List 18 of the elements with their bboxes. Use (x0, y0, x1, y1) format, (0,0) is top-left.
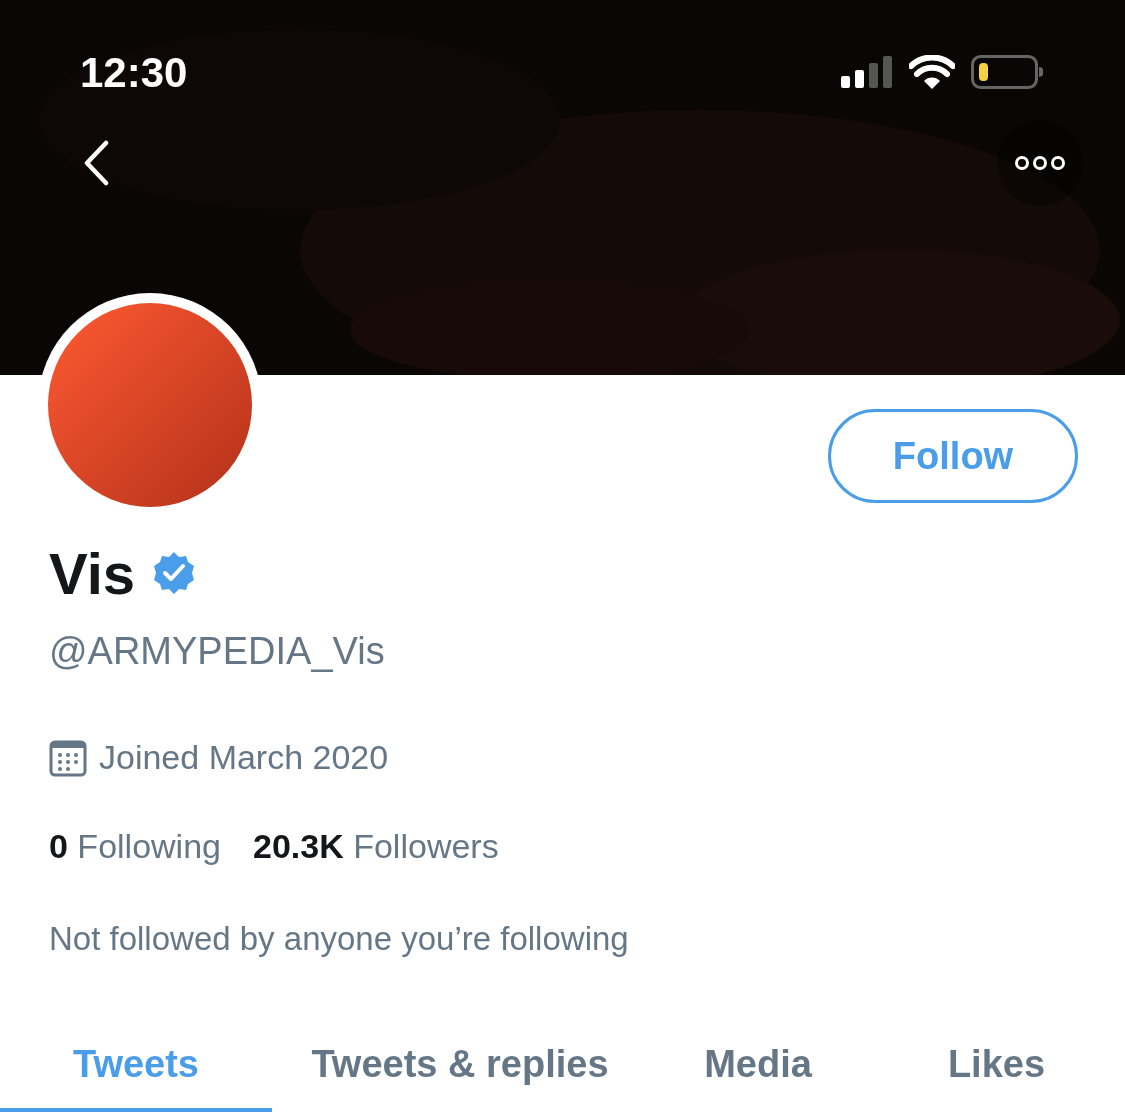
more-icon (1014, 155, 1066, 171)
profile-tab[interactable]: Likes (868, 1025, 1125, 1112)
profile-tab[interactable]: Tweets (0, 1025, 272, 1112)
status-time: 12:30 (80, 47, 188, 98)
profile-handle: @ARMYPEDIA_Vis (49, 629, 386, 674)
back-icon (82, 140, 110, 186)
wifi-icon (909, 55, 955, 89)
joined-date: Joined March 2020 (99, 737, 389, 778)
followers-link[interactable]: 20.3K Followers (253, 821, 499, 872)
profile-tab[interactable]: Tweets & replies (272, 1025, 648, 1112)
signal-icon (841, 56, 893, 88)
follow-button[interactable]: Follow (828, 409, 1078, 503)
calendar-icon (49, 738, 87, 777)
battery-icon (971, 55, 1043, 89)
followed-by-note: Not followed by anyone you’re following (49, 919, 630, 959)
profile-name: Vis (49, 539, 135, 608)
profile-tab[interactable]: Media (648, 1025, 868, 1112)
following-link[interactable]: 0 Following (49, 821, 221, 872)
